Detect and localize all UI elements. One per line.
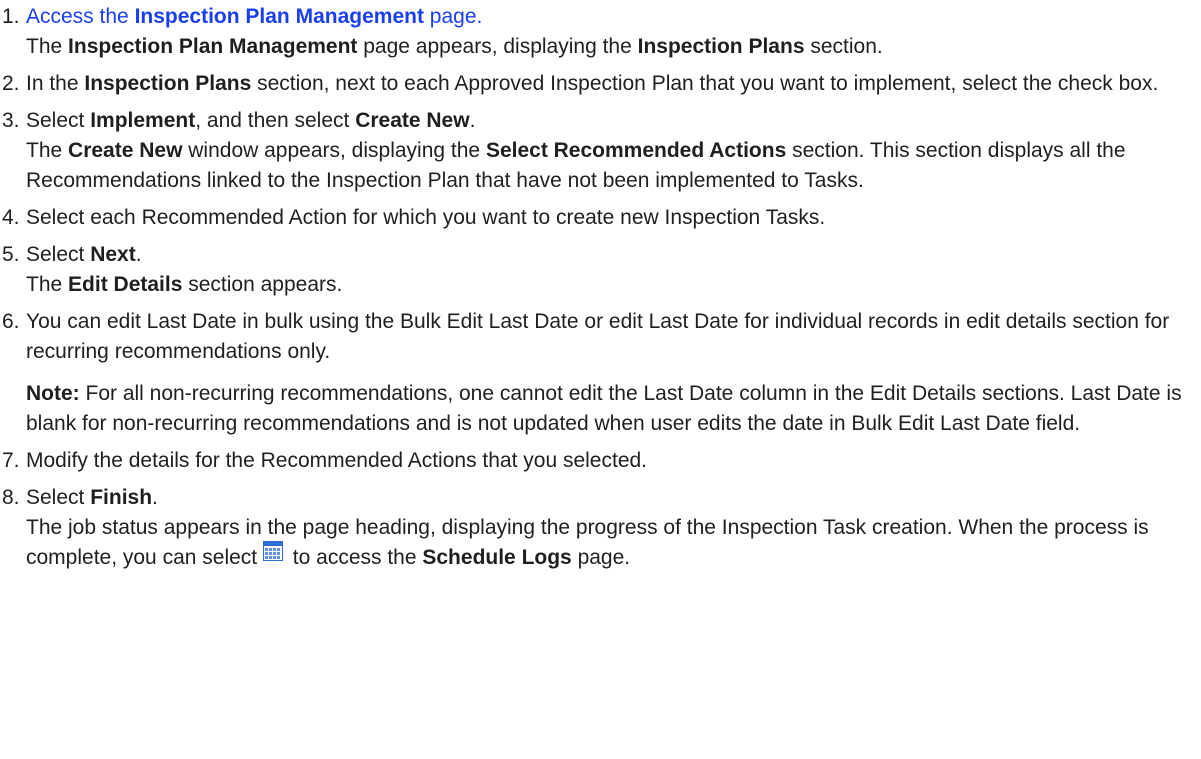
calendar-icon[interactable] bbox=[262, 540, 283, 561]
inspection-plan-management-link[interactable]: Access the Inspection Plan Management pa… bbox=[26, 5, 482, 28]
step-3: 3. Select Implement, and then select Cre… bbox=[0, 106, 1195, 196]
step-4: 4. Select each Recommended Action for wh… bbox=[0, 203, 1195, 233]
note-block: Note: For all non-recurring recommendati… bbox=[26, 382, 1182, 435]
step-number: 3. bbox=[2, 109, 20, 132]
step-5: 5. Select Next. The Edit Details section… bbox=[0, 240, 1195, 300]
step-6: 6. You can edit Last Date in bulk using … bbox=[0, 307, 1195, 439]
step-number: 1. bbox=[2, 5, 20, 28]
step-number: 7. bbox=[2, 449, 20, 472]
step-number: 2. bbox=[2, 72, 20, 95]
step-number: 4. bbox=[2, 206, 20, 229]
step-2: 2. In the Inspection Plans section, next… bbox=[0, 69, 1195, 99]
step-7: 7. Modify the details for the Recommende… bbox=[0, 446, 1195, 476]
step-1: 1. Access the Inspection Plan Management… bbox=[0, 2, 1195, 62]
step-8: 8. Select Finish. The job status appears… bbox=[0, 483, 1195, 573]
step-number: 5. bbox=[2, 243, 20, 266]
step-number: 8. bbox=[2, 486, 20, 509]
procedure-steps: 1. Access the Inspection Plan Management… bbox=[0, 0, 1195, 573]
step-number: 6. bbox=[2, 310, 20, 333]
